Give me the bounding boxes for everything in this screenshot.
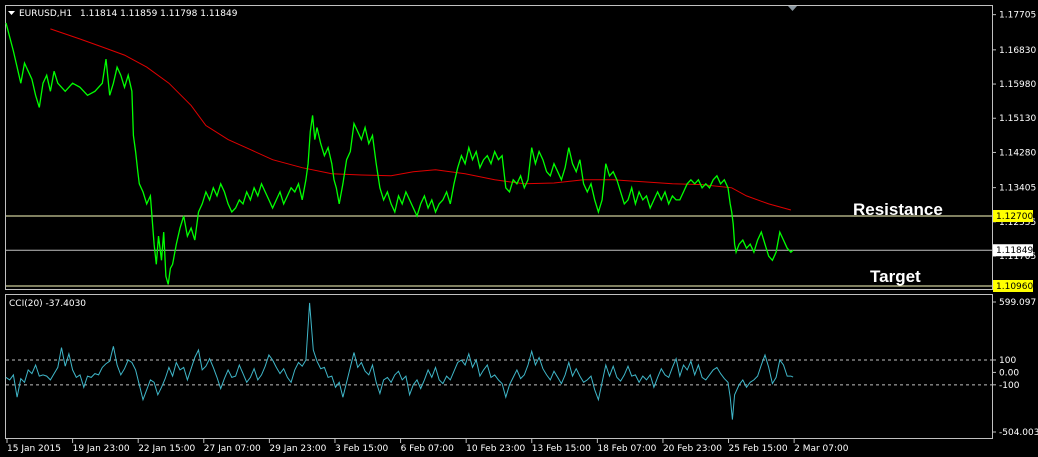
time-tick-label: 25 Feb 15:00: [729, 444, 788, 454]
price-tick-label: 1.16830: [999, 46, 1036, 56]
time-tick-label: 3 Feb 15:00: [335, 444, 389, 454]
cci-tick-label: -504.003: [999, 428, 1038, 438]
time-axis-ticks: 15 Jan 2015 19 Jan 23:00 22 Jan 15:00 27 Ja…: [6, 439, 849, 454]
time-tick-label: 13 Feb 15:00: [532, 444, 591, 454]
time-tick-label: 2 Mar 07:00: [794, 444, 849, 454]
price-tick-label: 1.14280: [999, 148, 1036, 158]
time-tick-label: 29 Jan 23:00: [269, 444, 326, 454]
price-tick-label: 1.15980: [999, 80, 1036, 90]
price-tick-label: 1.15130: [999, 114, 1036, 124]
time-tick-label: 27 Jan 07:00: [204, 444, 261, 454]
time-tick-label: 10 Feb 23:00: [466, 444, 525, 454]
price-panel: [5, 5, 993, 290]
cci-tick-label: 599.097: [999, 298, 1036, 308]
cci-caption: CCI(20) -37.4030: [9, 299, 86, 309]
resistance-caption: Resistance: [853, 200, 943, 219]
ohlc-caption: 1.11814 1.11859 1.11798 1.11849: [80, 9, 238, 19]
target-caption: Target: [870, 267, 921, 286]
time-tick-label: 20 Feb 23:00: [663, 444, 722, 454]
cci-panel: [5, 294, 993, 439]
level-price-label: 1.12700: [996, 212, 1033, 222]
price-tick-label: 1.13405: [999, 184, 1036, 194]
time-tick-label: 6 Feb 07:00: [401, 444, 455, 454]
current-price-label: 1.11849: [996, 246, 1033, 256]
trading-chart: EURUSD,H1 1.11814 1.11859 1.11798 1.1184…: [5, 5, 1038, 454]
time-tick-label: 19 Jan 23:00: [73, 444, 130, 454]
cci-tick-label: 100: [999, 356, 1016, 366]
cci-axis-ticks: 599.097 100 0.00 -100 -504.003: [992, 298, 1038, 438]
price-tick-label: 1.17705: [999, 11, 1036, 21]
symbol-caption: EURUSD,H1: [19, 9, 72, 19]
price-axis-ticks: 1.17705 1.16830 1.15980 1.15130 1.14280 1.134…: [992, 11, 1036, 262]
level-price-label: 1.10960: [996, 282, 1033, 292]
time-tick-label: 22 Jan 15:00: [138, 444, 195, 454]
time-tick-label: 18 Feb 07:00: [597, 444, 656, 454]
time-tick-label: 15 Jan 2015: [7, 444, 61, 454]
cci-tick-label: 0.00: [999, 368, 1019, 378]
cci-tick-label: -100: [999, 381, 1020, 391]
